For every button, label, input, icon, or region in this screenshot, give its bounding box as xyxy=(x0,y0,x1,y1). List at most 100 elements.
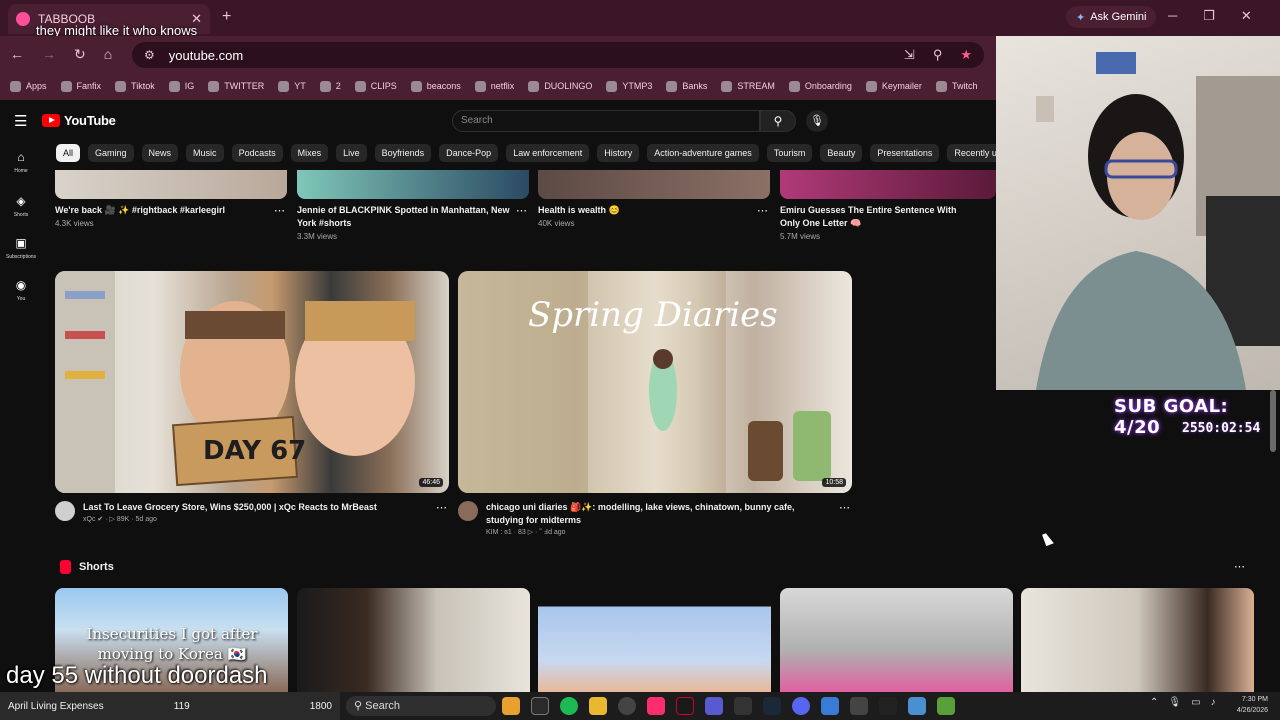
voice-search-button[interactable]: 🎙 xyxy=(806,110,828,132)
filter-chip[interactable]: Mixes xyxy=(290,144,329,162)
url-text[interactable]: youtube.com xyxy=(169,48,904,63)
video-title[interactable]: chicago uni diaries 🎒✨: modelling, lake … xyxy=(486,501,832,527)
video-title[interactable]: Health is wealth 😊 xyxy=(538,204,770,217)
video-card[interactable]: We're back 🎥 ✨ #rightback #karleegirl 4.… xyxy=(55,204,287,228)
video-thumbnail[interactable]: DAY 67 46:46 xyxy=(55,271,449,493)
bookmark-item[interactable]: STREAM xyxy=(721,80,775,92)
close-window-icon[interactable]: ✕ xyxy=(1241,8,1252,24)
chevron-up-icon[interactable]: ⌃ xyxy=(1150,697,1158,708)
bookmark-item[interactable]: Onboarding xyxy=(788,80,852,92)
app-icon[interactable] xyxy=(531,697,549,715)
bookmark-item[interactable]: YT xyxy=(278,80,306,92)
forward-icon[interactable]: → xyxy=(42,46,56,63)
new-tab-icon[interactable]: + xyxy=(222,8,231,26)
video-thumbnail[interactable]: Spring Diaries 10:58 xyxy=(458,271,852,493)
bookmark-item[interactable]: Apps xyxy=(10,80,47,92)
ask-gemini-button[interactable]: ✦ Ask Gemini xyxy=(1066,6,1157,28)
steam-icon[interactable] xyxy=(763,697,781,715)
filter-chip[interactable]: Recently uploaded xyxy=(947,144,996,162)
video-thumbnail[interactable] xyxy=(538,170,770,199)
app-icon[interactable] xyxy=(850,697,868,715)
short-card[interactable] xyxy=(780,588,1013,692)
install-icon[interactable]: ⇲ xyxy=(904,47,915,63)
app-icon[interactable] xyxy=(734,697,752,715)
expense-widget[interactable]: April Living Expenses 119 1800 xyxy=(0,692,340,720)
video-thumbnail[interactable] xyxy=(297,170,529,199)
menu-icon[interactable]: ☰ xyxy=(14,112,27,130)
home-icon[interactable]: ⌂ xyxy=(104,46,112,63)
capcut-icon[interactable] xyxy=(676,697,694,715)
bookmark-item[interactable]: beacons xyxy=(410,80,461,92)
short-card[interactable] xyxy=(538,588,771,692)
bookmark-item[interactable]: CLIPS xyxy=(354,80,397,92)
filter-chip[interactable]: Tourism xyxy=(766,144,813,162)
discord-icon[interactable] xyxy=(792,697,810,715)
bookmark-item[interactable]: 2 xyxy=(319,80,341,92)
site-info-icon[interactable]: ⚙ xyxy=(144,48,155,62)
filter-chip[interactable]: News xyxy=(141,144,179,162)
filter-chip[interactable]: History xyxy=(597,144,640,162)
bookmark-item[interactable]: Twitch xyxy=(935,80,977,92)
display-icon[interactable]: ▭ xyxy=(1191,697,1200,708)
youtube-logo[interactable]: YouTube xyxy=(42,113,116,128)
obs-icon[interactable] xyxy=(618,697,636,715)
bookmark-item[interactable]: Fanfix xyxy=(60,80,101,92)
bookmark-item[interactable]: TWITTER xyxy=(208,80,264,92)
taskbar-search[interactable]: ⚲ Search xyxy=(346,696,496,716)
clock[interactable]: 7:30 PM 4/26/2026 xyxy=(1224,694,1268,716)
omnibox[interactable]: ⚙ youtube.com ⇲ ⚲ ★ xyxy=(132,42,984,68)
bookmark-star-icon[interactable]: ★ xyxy=(960,47,972,63)
filter-chip[interactable]: Live xyxy=(336,144,367,162)
search-button[interactable]: ⚲ xyxy=(760,110,796,132)
filter-chip[interactable]: Podcasts xyxy=(231,144,283,162)
more-options-icon[interactable]: ⋯ xyxy=(274,204,285,217)
filter-chip[interactable]: Law enforcement xyxy=(506,144,590,162)
figma-icon[interactable] xyxy=(879,697,897,715)
avatar[interactable] xyxy=(458,501,478,521)
filter-chip[interactable]: Presentations xyxy=(870,144,940,162)
video-card[interactable]: DAY 67 46:46 Last To Leave Grocery Store… xyxy=(55,271,449,523)
app-icon[interactable] xyxy=(705,697,723,715)
more-options-icon[interactable]: ⋯ xyxy=(516,204,527,217)
short-card[interactable] xyxy=(297,588,530,692)
channel-info[interactable]: xQc ✔ · ▷ 89K · 5d ago xyxy=(83,515,429,523)
back-icon[interactable]: ← xyxy=(10,46,24,63)
avatar[interactable] xyxy=(55,501,75,521)
filter-chip[interactable]: Gaming xyxy=(88,144,134,162)
video-thumbnail[interactable] xyxy=(780,170,996,199)
bookmark-item[interactable]: Keymailer xyxy=(865,80,922,92)
bookmark-item[interactable]: DUOLINGO xyxy=(528,80,592,92)
chrome-icon[interactable] xyxy=(502,697,520,715)
restore-icon[interactable]: ❐ xyxy=(1203,8,1215,24)
channel-info[interactable]: KIM : ɞ߃ ˜ · ▷ 83 · 1d ago xyxy=(486,528,832,536)
search-input[interactable]: Search xyxy=(452,110,760,132)
filter-chip[interactable]: Music xyxy=(186,144,224,162)
video-title[interactable]: Emiru Guesses The Entire Sentence With O… xyxy=(780,204,994,230)
filter-chip[interactable]: All xyxy=(56,144,81,162)
bookmark-item[interactable]: YTMP3 xyxy=(606,80,652,92)
minecraft-icon[interactable] xyxy=(937,697,955,715)
bookmark-item[interactable]: Banks xyxy=(666,80,707,92)
video-title[interactable]: Last To Leave Grocery Store, Wins $250,0… xyxy=(83,501,429,514)
video-card[interactable]: Spring Diaries 10:58 chicago uni diaries… xyxy=(458,271,852,536)
more-options-icon[interactable]: ⋯ xyxy=(839,501,850,514)
video-title[interactable]: We're back 🎥 ✨ #rightback #karleegirl xyxy=(55,204,287,217)
bookmark-item[interactable]: IG xyxy=(168,80,194,92)
filter-chip[interactable]: Beauty xyxy=(820,144,863,162)
tiktok-icon[interactable] xyxy=(647,697,665,715)
video-thumbnail[interactable] xyxy=(55,170,287,199)
zoom-icon[interactable]: ⚲ xyxy=(933,47,943,63)
mic-icon[interactable]: 🎙 xyxy=(1168,697,1181,708)
video-card[interactable]: Jennie of BLACKPINK Spotted in Manhattan… xyxy=(297,204,529,241)
bookmark-item[interactable]: Tiktok xyxy=(115,80,155,92)
filter-chip[interactable]: Boyfriends xyxy=(374,144,432,162)
minimize-icon[interactable]: ─ xyxy=(1168,8,1177,24)
spotify-icon[interactable] xyxy=(560,697,578,715)
more-options-icon[interactable]: ⋯ xyxy=(1234,560,1245,573)
folder-icon[interactable] xyxy=(589,697,607,715)
filter-chip[interactable]: Dance-Pop xyxy=(439,144,499,162)
video-title[interactable]: Jennie of BLACKPINK Spotted in Manhattan… xyxy=(297,204,529,230)
page-scrollbar[interactable] xyxy=(1270,390,1276,452)
more-options-icon[interactable]: ⋯ xyxy=(436,501,447,514)
photos-icon[interactable] xyxy=(821,697,839,715)
